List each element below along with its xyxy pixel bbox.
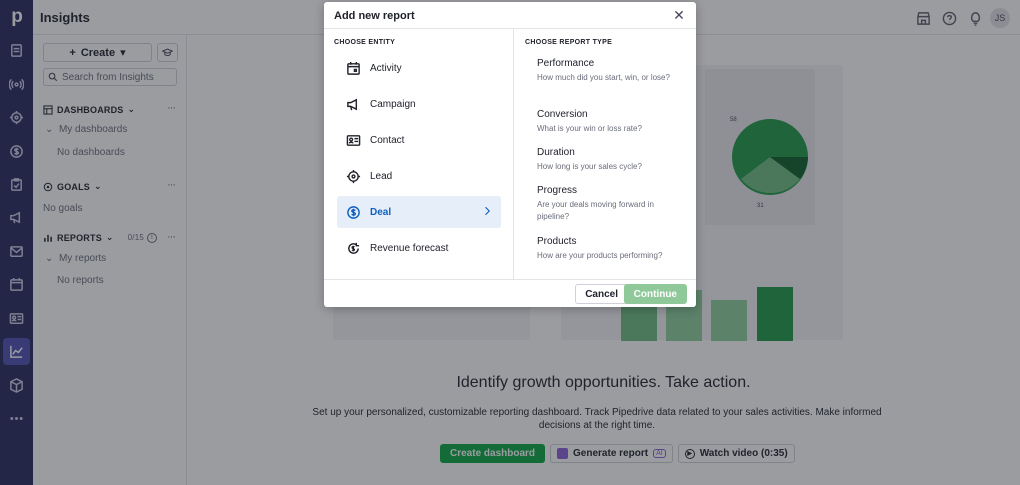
report-type-description: How are your products performing? [537, 251, 663, 260]
calendar-icon [347, 61, 360, 75]
report-type-description: How much did you start, win, or lose? [537, 73, 670, 82]
report-type-column: CHOOSE REPORT TYPE Performance How much … [515, 29, 696, 279]
report-type-progress[interactable]: Progress Are your deals moving forward i… [537, 185, 677, 223]
close-icon[interactable]: ✕ [672, 7, 686, 23]
report-type-name: Conversion [537, 109, 588, 120]
entity-lead[interactable]: Lead [337, 160, 501, 192]
report-type-name: Performance [537, 58, 595, 69]
entity-label: Contact [370, 134, 405, 146]
dollar-circle-icon [347, 205, 360, 219]
contact-card-icon [346, 134, 361, 146]
chevron-right-icon [485, 206, 491, 216]
report-type-heading: CHOOSE REPORT TYPE [525, 39, 613, 46]
entity-label: Campaign [370, 98, 416, 110]
report-type-duration[interactable]: Duration How long is your sales cycle? [537, 147, 677, 173]
entity-label: Lead [370, 170, 393, 182]
entity-activity[interactable]: Activity [337, 52, 501, 84]
report-type-products[interactable]: Products How are your products performin… [537, 236, 677, 262]
report-type-name: Duration [537, 147, 575, 158]
entity-deal[interactable]: Deal [337, 196, 501, 228]
modal-title: Add new report [334, 10, 415, 22]
megaphone-icon [347, 98, 358, 110]
modal-footer: Cancel Continue [324, 279, 696, 307]
modal-header: Add new report ✕ [324, 2, 696, 29]
entity-campaign[interactable]: Campaign [337, 88, 501, 120]
report-type-conversion[interactable]: Conversion What is your win or loss rate… [537, 109, 677, 135]
report-type-name: Progress [537, 185, 578, 196]
target-icon [346, 169, 361, 183]
entity-label: Activity [370, 62, 402, 74]
continue-button[interactable]: Continue [623, 284, 687, 304]
report-type-description: How long is your sales cycle? [537, 162, 642, 171]
report-type-description: Are your deals moving forward in pipelin… [537, 200, 654, 221]
cancel-button[interactable]: Cancel [575, 284, 628, 304]
entity-heading: CHOOSE ENTITY [334, 39, 396, 46]
report-type-performance[interactable]: Performance How much did you start, win,… [537, 58, 677, 84]
entity-revenue-forecast[interactable]: Revenue forecast [337, 232, 501, 264]
entity-label: Deal [370, 206, 392, 218]
report-type-description: What is your win or loss rate? [537, 124, 642, 133]
forecast-icon [348, 242, 360, 254]
add-report-modal: Add new report ✕ CHOOSE ENTITY Activity … [324, 2, 696, 307]
entity-label: Revenue forecast [370, 242, 449, 254]
entity-column: CHOOSE ENTITY Activity Campaign Contact … [324, 29, 514, 279]
entity-contact[interactable]: Contact [337, 124, 501, 156]
report-type-name: Products [537, 236, 577, 247]
